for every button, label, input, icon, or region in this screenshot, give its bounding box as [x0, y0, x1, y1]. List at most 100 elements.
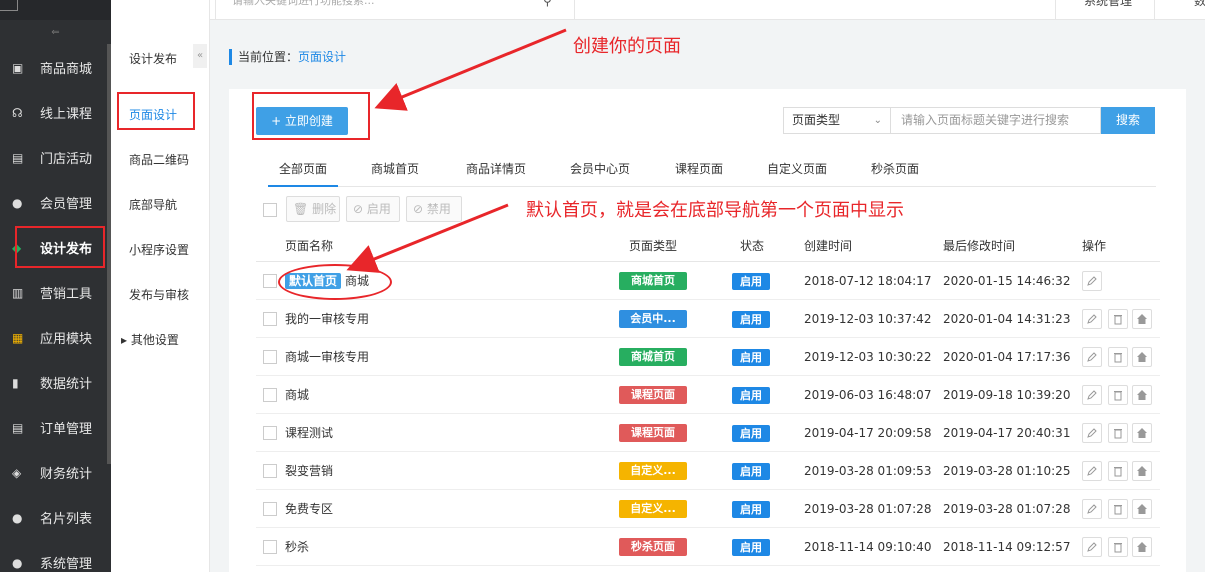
search-button[interactable]: 搜索	[1101, 107, 1155, 134]
select-all-checkbox[interactable]	[263, 203, 277, 217]
sidebar-item-label: 门店活动	[40, 152, 93, 167]
edit-button[interactable]	[1082, 309, 1102, 329]
subnav-item-2[interactable]: 商品二维码	[129, 151, 189, 168]
row-checkbox[interactable]	[263, 502, 277, 516]
set-home-button[interactable]	[1132, 461, 1152, 481]
edit-button[interactable]	[1082, 271, 1102, 291]
pencil-icon	[1087, 542, 1097, 552]
set-home-button[interactable]	[1132, 309, 1152, 329]
header-name: 页面名称	[285, 239, 334, 253]
set-home-button[interactable]	[1132, 537, 1152, 557]
row-checkbox[interactable]	[263, 312, 277, 326]
subnav-collapse-icon[interactable]: «	[193, 44, 207, 68]
sidebar-item-3[interactable]: ▤ 门店活动	[0, 135, 111, 180]
page-name[interactable]: 秒杀	[285, 528, 309, 566]
tab-mall-home[interactable]: 商城首页	[360, 153, 430, 187]
row-checkbox[interactable]	[263, 540, 277, 554]
sidebar-item-2[interactable]: ☊ 线上课程	[0, 90, 111, 135]
tab-custom[interactable]: 自定义页面	[756, 153, 838, 187]
sidebar-item-label: 应用模块	[40, 332, 93, 347]
store-icon: ▤	[12, 150, 24, 165]
delete-row-button[interactable]	[1108, 423, 1128, 443]
system-menu[interactable]: 系统管理	[1055, 0, 1155, 20]
sidebar-item-4[interactable]: ● 会员管理	[0, 180, 111, 225]
sidebar-collapse-icon[interactable]: ⇐	[0, 20, 111, 46]
modified-time: 2019-03-28 01:07:28	[943, 502, 1071, 516]
page-type-select[interactable]: 页面类型 ⌄	[783, 107, 891, 134]
edit-button[interactable]	[1082, 385, 1102, 405]
set-home-button[interactable]	[1132, 423, 1152, 443]
subnav-item-label: 小程序设置	[129, 243, 190, 257]
breadcrumb-current[interactable]: 页面设计	[298, 50, 346, 64]
table-row[interactable]: 免费专区 自定义... 启用 2019-03-28 01:07:28 2019-03-2…	[256, 490, 1160, 528]
edit-button[interactable]	[1082, 499, 1102, 519]
sidebar-item-8[interactable]: ▮ 数据统计	[0, 360, 111, 405]
tab-all[interactable]: 全部页面	[268, 153, 338, 187]
row-checkbox[interactable]	[263, 426, 277, 440]
subnav-item-4[interactable]: 小程序设置	[129, 241, 189, 258]
global-search-input[interactable]: 请输入关键词进行功能搜索...	[215, 0, 575, 20]
tab-member-center[interactable]: 会员中心页	[560, 153, 640, 187]
pencil-icon	[1087, 352, 1097, 362]
table-row[interactable]: 我的一审核专用 会员中... 启用 2019-12-03 10:37:42 2020-0…	[256, 300, 1160, 338]
table-row[interactable]: 商城 课程页面 启用 2019-06-03 16:48:07 2019-09-18 10…	[256, 376, 1160, 414]
delete-row-button[interactable]	[1108, 309, 1128, 329]
chevron-down-icon: ⌄	[873, 115, 882, 126]
row-checkbox[interactable]	[263, 464, 277, 478]
edit-button[interactable]	[1082, 423, 1102, 443]
sidebar-item-10[interactable]: ◈ 财务统计	[0, 450, 111, 495]
delete-row-button[interactable]	[1108, 461, 1128, 481]
created-time: 2019-12-03 10:37:42	[804, 312, 932, 326]
edit-button[interactable]	[1082, 461, 1102, 481]
delete-row-button[interactable]	[1108, 499, 1128, 519]
sidebar-item-11[interactable]: ● 名片列表	[0, 495, 111, 540]
table-row[interactable]: 裂变营销 自定义... 启用 2019-03-28 01:09:53 2019-03-2…	[256, 452, 1160, 490]
table-row[interactable]: 秒杀 秒杀页面 启用 2018-11-14 09:10:40 2018-11-14 09…	[256, 528, 1160, 566]
page-name[interactable]: 课程测试	[285, 414, 333, 452]
edit-button[interactable]	[1082, 347, 1102, 367]
subnav-item-3[interactable]: 底部导航	[129, 196, 177, 213]
set-home-button[interactable]	[1132, 385, 1152, 405]
sidebar-item-1[interactable]: ▣ 商品商城	[0, 45, 111, 90]
page-name[interactable]: 我的一审核专用	[285, 300, 369, 338]
delete-row-button[interactable]	[1108, 347, 1128, 367]
delete-row-button[interactable]	[1108, 537, 1128, 557]
row-checkbox[interactable]	[263, 388, 277, 402]
trash-icon	[1114, 505, 1122, 515]
annotation-create: 创建你的页面	[573, 36, 681, 57]
row-checkbox[interactable]	[263, 274, 277, 288]
page-name[interactable]: 商城	[285, 376, 309, 414]
tab-course[interactable]: 课程页面	[664, 153, 734, 187]
page-search-input[interactable]: 请输入页面标题关键字进行搜索	[891, 107, 1101, 134]
search-icon[interactable]: ⚲	[543, 0, 552, 8]
sidebar-item-7[interactable]: ▦ 应用模块	[0, 315, 111, 360]
topbar-extra[interactable]: 数	[1194, 0, 1205, 20]
enable-button[interactable]: ⊘ 启用	[346, 196, 400, 222]
page-name[interactable]: 商城一审核专用	[285, 338, 369, 376]
delete-row-button[interactable]	[1108, 385, 1128, 405]
delete-button[interactable]: 🗑 删除	[286, 196, 340, 222]
subnav-item-5[interactable]: 发布与审核	[129, 286, 189, 303]
sidebar-item-label: 名片列表	[40, 512, 93, 527]
set-home-button[interactable]	[1132, 499, 1152, 519]
trash-icon	[1114, 315, 1122, 325]
subnav-highlight-box	[117, 92, 195, 130]
subnav-item-label: 其他设置	[130, 333, 179, 347]
disable-button[interactable]: ⊘ 禁用	[406, 196, 462, 222]
logo-icon	[0, 0, 18, 11]
set-home-button[interactable]	[1132, 347, 1152, 367]
page-type-label: 页面类型	[792, 113, 841, 127]
edit-button[interactable]	[1082, 537, 1102, 557]
tab-flash-sale[interactable]: 秒杀页面	[860, 153, 930, 187]
page-name[interactable]: 免费专区	[285, 490, 333, 528]
table-row[interactable]: 课程测试 课程页面 启用 2019-04-17 20:09:58 2019-04-17 …	[256, 414, 1160, 452]
page-name[interactable]: 裂变营销	[285, 452, 333, 490]
table-row[interactable]: 商城一审核专用 商城首页 启用 2019-12-03 10:30:22 2020-01-…	[256, 338, 1160, 376]
subnav-item-6[interactable]: ▸ 其他设置	[121, 331, 179, 348]
tab-product-detail[interactable]: 商品详情页	[456, 153, 536, 187]
row-checkbox[interactable]	[263, 350, 277, 364]
sidebar-item-6[interactable]: ▥ 营销工具	[0, 270, 111, 315]
sidebar-item-9[interactable]: ▤ 订单管理	[0, 405, 111, 450]
created-time: 2019-12-03 10:30:22	[804, 350, 932, 364]
sidebar-item-12[interactable]: ● 系统管理	[0, 540, 111, 572]
